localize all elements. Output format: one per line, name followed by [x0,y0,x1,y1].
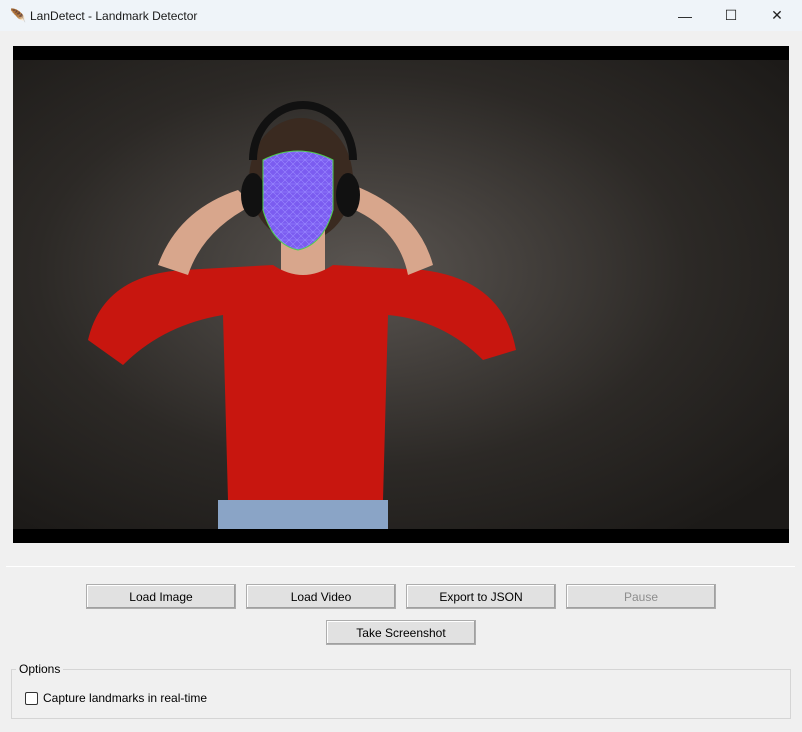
options-label: Options [16,662,64,676]
pause-button[interactable]: Pause [566,584,716,609]
maximize-button[interactable]: ☐ [708,0,754,31]
separator [6,566,795,567]
take-screenshot-button[interactable]: Take Screenshot [326,620,476,645]
load-video-button[interactable]: Load Video [246,584,396,609]
feather-icon: 🪶 [10,7,27,23]
title-bar: 🪶 LanDetect - Landmark Detector — ☐ ✕ [0,0,802,31]
realtime-checkbox-label[interactable]: Capture landmarks in real-time [43,691,207,705]
video-display [13,46,789,543]
minimize-button[interactable]: — [662,0,708,31]
video-frame [13,60,789,529]
export-json-button[interactable]: Export to JSON [406,584,556,609]
window-title: LanDetect - Landmark Detector [30,8,198,23]
close-button[interactable]: ✕ [754,0,800,31]
realtime-checkbox[interactable] [25,692,38,705]
load-image-button[interactable]: Load Image [86,584,236,609]
